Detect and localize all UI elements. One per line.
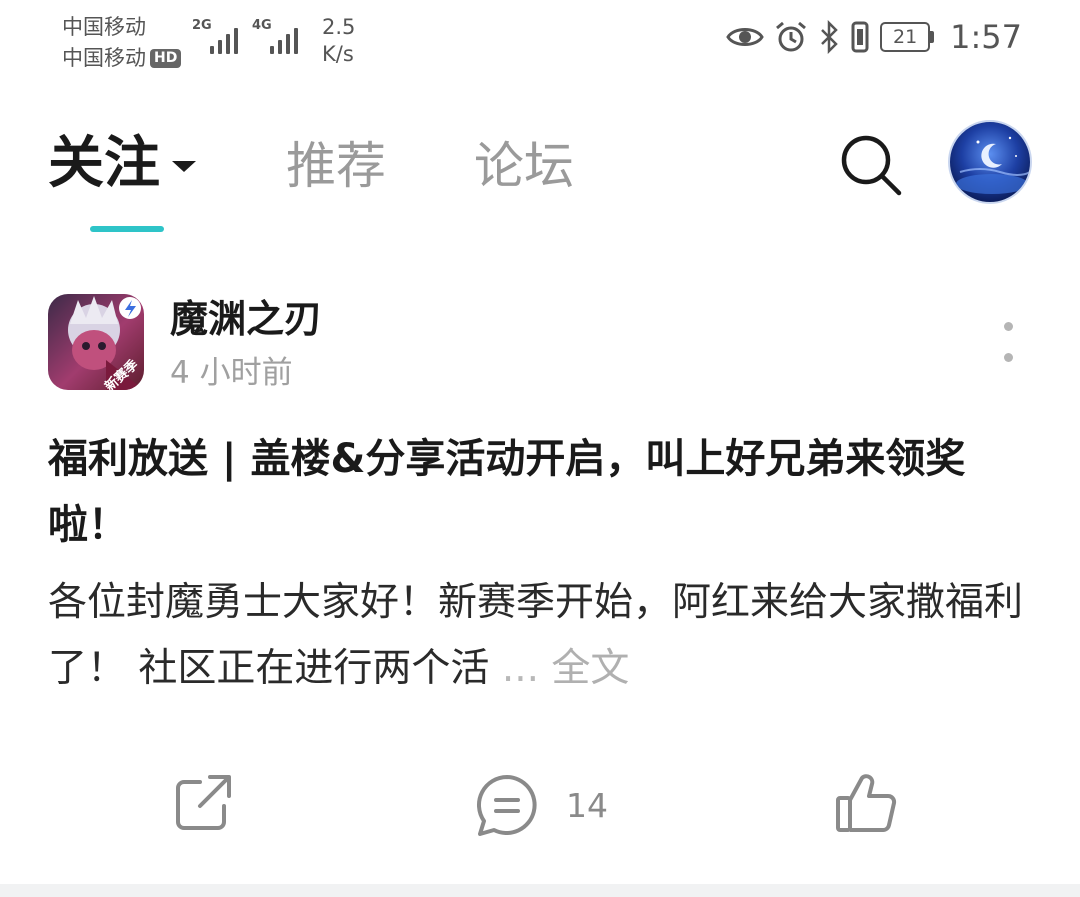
post-action-bar: 14 bbox=[0, 760, 1080, 860]
search-button[interactable] bbox=[836, 130, 906, 200]
post-title[interactable]: 福利放送 | 盖楼&分享活动开启，叫上好兄弟来领奖啦！ bbox=[48, 426, 1038, 558]
comment-icon bbox=[476, 775, 537, 836]
carrier-name-2: 中国移动 bbox=[62, 46, 146, 70]
tab-forum[interactable]: 论坛 bbox=[474, 134, 574, 198]
more-options-button[interactable] bbox=[996, 322, 1020, 362]
top-navigation: 关注 推荐 论坛 bbox=[0, 110, 1080, 240]
share-icon bbox=[176, 775, 231, 830]
tab-recommend[interactable]: 推荐 bbox=[286, 134, 386, 198]
status-bar: 中国移动 中国移动 HD 2G 4G 2.5 K/s 21 1:57 bbox=[0, 0, 1080, 84]
post-author-name[interactable]: 魔渊之刃 bbox=[170, 294, 322, 344]
comment-count: 14 bbox=[566, 785, 608, 825]
game-icon[interactable]: 新赛季 bbox=[48, 294, 144, 390]
vibrate-icon bbox=[851, 21, 869, 53]
night-sky-avatar-image bbox=[956, 136, 1030, 194]
signal-2g-label: 2G bbox=[192, 18, 212, 33]
read-full-link[interactable]: 全文 bbox=[551, 646, 629, 691]
signal-4g-label: 4G bbox=[252, 18, 272, 33]
carrier-name-1: 中国移动 bbox=[62, 15, 146, 39]
network-speed-unit: K/s bbox=[322, 42, 354, 66]
search-icon bbox=[841, 135, 902, 196]
thumbs-up-icon bbox=[836, 774, 897, 832]
active-tab-indicator bbox=[90, 226, 164, 232]
comment-button[interactable]: 14 bbox=[474, 772, 608, 838]
caret-down-icon[interactable] bbox=[172, 160, 196, 172]
battery-icon: 21 bbox=[880, 22, 935, 52]
status-icons: 21 1:57 bbox=[726, 18, 1022, 56]
bluetooth-icon bbox=[821, 20, 838, 54]
share-button[interactable] bbox=[172, 772, 234, 834]
more-dot-icon bbox=[1003, 322, 1013, 331]
user-avatar[interactable] bbox=[948, 120, 1032, 204]
like-button[interactable] bbox=[834, 772, 898, 836]
battery-level: 21 bbox=[880, 22, 931, 52]
network-speed: 2.5 K/s bbox=[322, 14, 355, 68]
post-excerpt[interactable]: 各位封魔勇士大家好！新赛季开始，阿红来给大家撒福利了！ 社区正在进行两个活 ..… bbox=[48, 570, 1038, 702]
more-dot-icon bbox=[1003, 353, 1013, 362]
excerpt-ellipsis: ... bbox=[501, 646, 540, 691]
tab-follow-label: 关注 bbox=[48, 131, 160, 196]
network-speed-value: 2.5 bbox=[322, 15, 356, 39]
hd-badge: HD bbox=[150, 49, 182, 68]
eye-icon bbox=[726, 28, 764, 46]
tab-follow[interactable]: 关注 bbox=[48, 132, 196, 196]
signal-4g-icon: 4G bbox=[252, 18, 298, 54]
feed-divider bbox=[0, 884, 1080, 897]
alarm-icon bbox=[776, 21, 807, 52]
post-time: 4 小时前 bbox=[170, 355, 293, 391]
clock: 1:57 bbox=[950, 18, 1022, 56]
carrier-info: 中国移动 中国移动 HD bbox=[62, 12, 182, 74]
signal-2g-icon: 2G bbox=[192, 18, 238, 54]
